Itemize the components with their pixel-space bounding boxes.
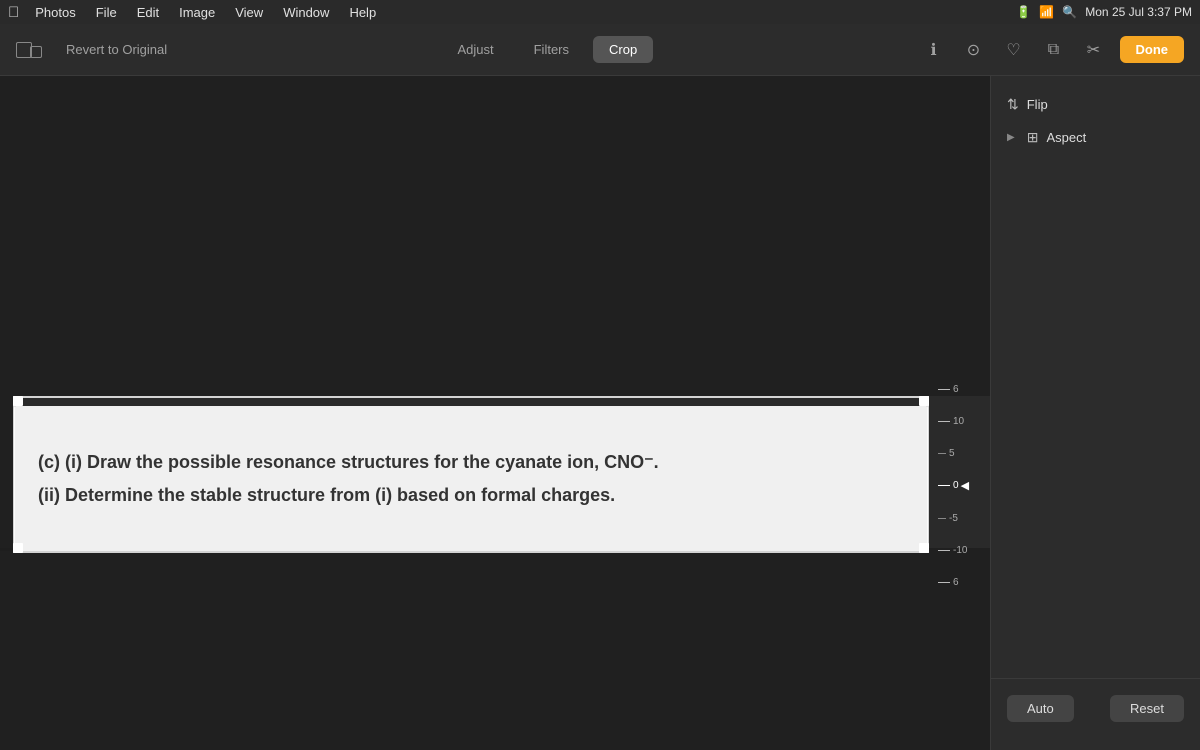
sidebar: ⇅ Flip ▶ ⊞ Aspect Auto Reset	[990, 76, 1200, 750]
main-content: (c) (i) Draw the possible resonance stru…	[0, 76, 1200, 750]
flip-label: Flip	[1027, 97, 1048, 112]
nav-icons	[16, 42, 42, 58]
duplicate-button[interactable]: ⧉	[1040, 36, 1068, 64]
chevron-right-icon: ▶	[1007, 132, 1015, 143]
aspect-label: Aspect	[1046, 130, 1086, 145]
heart-button[interactable]: ♡	[1000, 36, 1028, 64]
ruler-line	[938, 453, 946, 454]
search-icon[interactable]: 🔍	[1062, 5, 1077, 19]
battery-icon: 🔋	[1016, 5, 1031, 19]
ruler-label: 6	[953, 577, 959, 588]
crop-tab[interactable]: Crop	[593, 36, 653, 63]
ruler-label: -5	[949, 513, 958, 524]
ruler-line	[938, 485, 950, 486]
datetime: Mon 25 Jul 3:37 PM	[1085, 5, 1192, 19]
nav-square-small-icon	[30, 46, 42, 58]
ruler-tick-neg5: -5	[938, 513, 986, 524]
auto-button[interactable]: Auto	[1007, 695, 1074, 722]
adjust-tab[interactable]: Adjust	[441, 36, 509, 63]
share-button[interactable]: ⊙	[960, 36, 988, 64]
revert-button[interactable]: Revert to Original	[58, 38, 175, 61]
menu-view[interactable]: View	[227, 0, 271, 24]
ruler-tick-6-top: 6	[938, 384, 986, 395]
menu-image[interactable]: Image	[171, 0, 223, 24]
sidebar-bottom: Auto Reset	[991, 678, 1200, 738]
ruler-tick-6-bot: 6	[938, 577, 986, 588]
menu-window[interactable]: Window	[275, 0, 337, 24]
flip-icon: ⇅	[1007, 96, 1019, 113]
doc-line-1: (c) (i) Draw the possible resonance stru…	[38, 452, 904, 473]
toolbar: Revert to Original Adjust Filters Crop ℹ…	[0, 24, 1200, 76]
menu-edit[interactable]: Edit	[129, 0, 167, 24]
ruler-line	[938, 389, 950, 390]
aspect-icon: ⊞	[1027, 129, 1039, 146]
menu-bar:  Photos File Edit Image View Window Hel…	[0, 0, 1200, 24]
ruler-tick-5: 5	[938, 448, 986, 459]
info-button[interactable]: ℹ	[920, 36, 948, 64]
reset-button[interactable]: Reset	[1110, 695, 1184, 722]
ruler-indicator-0: 0 ◀	[938, 479, 986, 492]
ruler-line	[938, 421, 950, 422]
toolbar-left: Revert to Original	[16, 38, 175, 61]
ruler-label: 10	[953, 416, 964, 427]
apple-menu[interactable]: 	[8, 4, 19, 21]
ruler-tick-10: 10	[938, 416, 986, 427]
flip-item[interactable]: ⇅ Flip	[991, 88, 1200, 121]
ruler-arrow-icon: ◀	[961, 479, 969, 492]
more-button[interactable]: ✂	[1080, 36, 1108, 64]
filters-tab[interactable]: Filters	[518, 36, 585, 63]
document-content: (c) (i) Draw the possible resonance stru…	[14, 406, 928, 551]
aspect-item[interactable]: ▶ ⊞ Aspect	[991, 121, 1200, 154]
crop-overlay-left	[0, 396, 15, 551]
menu-photos[interactable]: Photos	[27, 0, 83, 24]
ruler-line	[938, 582, 950, 583]
crop-overlay-top	[0, 76, 990, 396]
rotation-ruler: 6 10 5 0 ◀ -5 -10	[934, 376, 990, 596]
toolbar-center: Adjust Filters Crop	[175, 36, 919, 63]
canvas-area[interactable]: (c) (i) Draw the possible resonance stru…	[0, 76, 990, 750]
wifi-icon: 📶	[1039, 5, 1054, 19]
crop-corner-tr[interactable]	[919, 396, 929, 406]
ruler-label: 5	[949, 448, 955, 459]
menubar-right: 🔋 📶 🔍 Mon 25 Jul 3:37 PM	[1016, 5, 1192, 19]
ruler-line	[938, 550, 950, 551]
toolbar-right: ℹ ⊙ ♡ ⧉ ✂ Done	[920, 36, 1185, 64]
doc-line-2: (ii) Determine the stable structure from…	[38, 485, 904, 506]
ruler-label: 0	[953, 480, 959, 491]
ruler-label: -10	[953, 545, 967, 556]
menu-help[interactable]: Help	[341, 0, 384, 24]
menu-file[interactable]: File	[88, 0, 125, 24]
ruler-label: 6	[953, 384, 959, 395]
done-button[interactable]: Done	[1120, 36, 1185, 63]
ruler-tick-neg10: -10	[938, 545, 986, 556]
crop-overlay-bottom	[0, 548, 990, 750]
ruler-line	[938, 518, 946, 519]
